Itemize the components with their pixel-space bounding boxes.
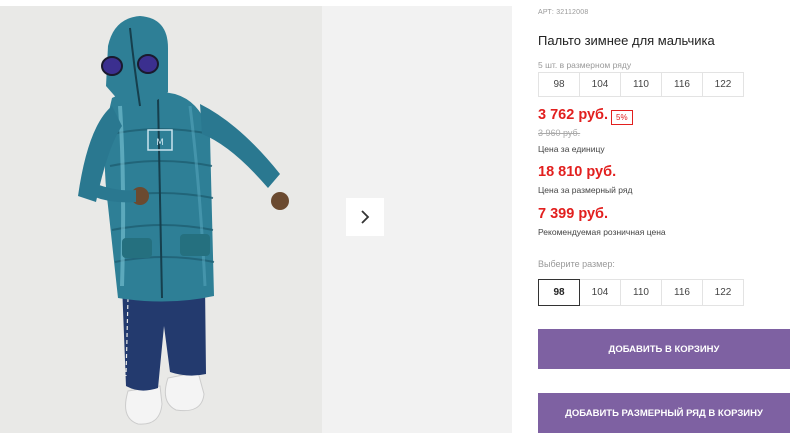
- size-option-110[interactable]: 110: [620, 279, 662, 306]
- size-option-104[interactable]: 104: [579, 279, 621, 306]
- product-title: Пальто зимнее для мальчика: [538, 33, 715, 48]
- row-price: 18 810 руб.: [538, 164, 617, 180]
- unit-price: 3 762 руб.: [538, 107, 609, 123]
- size-row-list: 98 104 110 116 122: [538, 72, 744, 97]
- next-photo-button[interactable]: [346, 198, 384, 236]
- product-photo[interactable]: M: [0, 6, 322, 433]
- product-gallery: M: [0, 0, 512, 433]
- size-row-item: 110: [620, 72, 662, 97]
- svg-text:M: M: [156, 138, 164, 148]
- unit-price-caption: Цена за единицу: [538, 144, 605, 154]
- size-row-label: 5 шт. в размерном ряду: [538, 60, 632, 70]
- product-info-panel: АРТ: 32112008 Пальто зимнее для мальчика…: [538, 0, 800, 433]
- row-price-caption: Цена за размерный ряд: [538, 185, 633, 195]
- size-option-98[interactable]: 98: [538, 279, 580, 306]
- product-article: АРТ: 32112008: [538, 9, 589, 16]
- size-row-item: 122: [702, 72, 744, 97]
- add-to-cart-button[interactable]: ДОБАВИТЬ В КОРЗИНУ: [538, 329, 790, 369]
- choose-size-label: Выберите размер:: [538, 259, 615, 269]
- chevron-right-icon: [361, 210, 370, 224]
- size-option-116[interactable]: 116: [661, 279, 703, 306]
- size-row-item: 104: [579, 72, 621, 97]
- old-price: 3 960 руб.: [538, 128, 581, 138]
- add-size-row-to-cart-button[interactable]: ДОБАВИТЬ РАЗМЕРНЫЙ РЯД В КОРЗИНУ: [538, 393, 790, 433]
- size-picker: 98 104 110 116 122: [538, 279, 744, 306]
- retail-price-caption: Рекомендуемая розничная цена: [538, 227, 666, 237]
- size-row-item: 116: [661, 72, 703, 97]
- boy-in-winter-coat-illustration: M: [0, 6, 322, 433]
- discount-badge: 5%: [611, 110, 633, 125]
- size-row-item: 98: [538, 72, 580, 97]
- retail-price: 7 399 руб.: [538, 206, 609, 222]
- size-option-122[interactable]: 122: [702, 279, 744, 306]
